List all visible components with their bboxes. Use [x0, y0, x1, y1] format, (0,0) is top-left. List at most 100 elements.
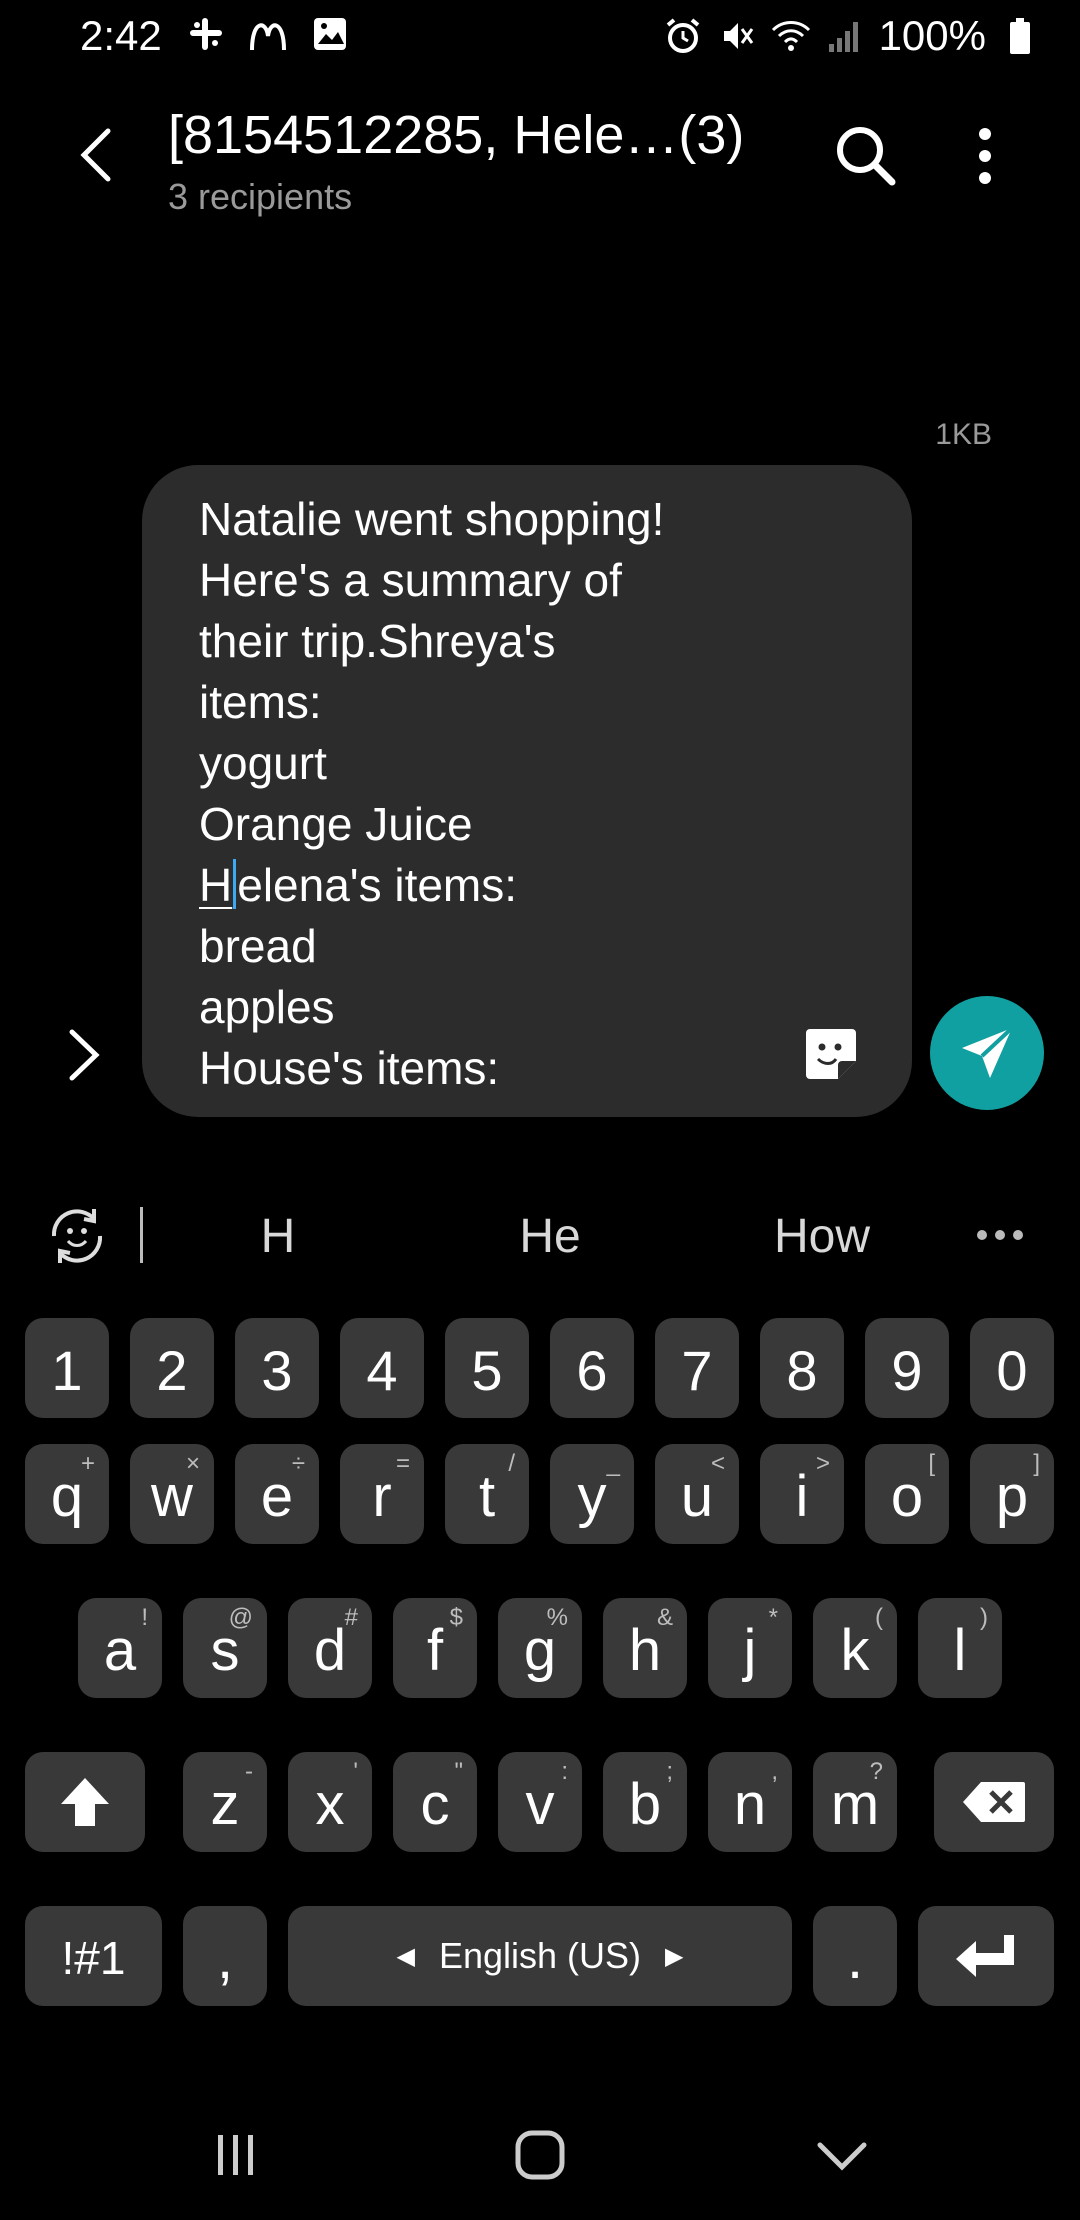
message-line: Orange Juice [199, 798, 473, 850]
expand-attachments-button[interactable] [56, 1020, 116, 1090]
key-s[interactable]: s @ [183, 1598, 267, 1698]
signal-icon [825, 16, 865, 56]
conversation-title[interactable]: [8154512285, Hele…(3) [168, 104, 744, 166]
key-c[interactable]: c " [393, 1752, 477, 1852]
mcdonalds-icon [248, 14, 288, 54]
key-label: k [840, 1617, 870, 1683]
suggestion-3[interactable]: How [722, 1209, 922, 1264]
key-label: u [680, 1463, 714, 1529]
navigation-bar [0, 2090, 1080, 2200]
search-button[interactable] [830, 120, 902, 192]
key-b[interactable]: b; [603, 1752, 687, 1852]
key-w[interactable]: w × [130, 1444, 214, 1544]
key-hint: [ [928, 1450, 935, 1477]
key-label: o [890, 1463, 924, 1529]
key-3[interactable]: 3 [235, 1318, 319, 1418]
key-t[interactable]: t / [445, 1444, 529, 1544]
message-line: apples [199, 981, 335, 1033]
key-1[interactable]: 1 [25, 1318, 109, 1418]
key-7[interactable]: 7 [655, 1318, 739, 1418]
key-l[interactable]: l) [918, 1598, 1002, 1698]
message-line: House's items: [199, 1042, 500, 1094]
suggestion-bar: H He How [0, 1185, 1080, 1285]
key-label: f [426, 1617, 444, 1683]
more-vertical-icon [979, 128, 991, 184]
back-arrow-icon [80, 128, 111, 182]
hide-keyboard-button[interactable] [802, 2120, 882, 2190]
key-9[interactable]: 9 [865, 1318, 949, 1418]
period-key[interactable]: . [813, 1906, 897, 2006]
key-label: . [846, 1925, 864, 1991]
message-line-with-cursor: Helena's items: [199, 855, 664, 916]
key-hint: ! [141, 1604, 148, 1631]
sticker-button[interactable] [802, 1025, 860, 1083]
key-a[interactable]: a! [78, 1598, 162, 1698]
more-options-button[interactable] [960, 120, 1010, 192]
key-hint: ÷ [291, 1450, 305, 1477]
message-line: Natalie went shopping! [199, 493, 665, 545]
more-suggestions-button[interactable] [970, 1205, 1030, 1265]
recents-button[interactable] [196, 2120, 276, 2190]
home-button[interactable] [500, 2120, 580, 2190]
message-line: yogurt [199, 737, 327, 789]
key-e[interactable]: e ÷ [235, 1444, 319, 1544]
key-p[interactable]: p] [970, 1444, 1054, 1544]
key-0[interactable]: 0 [970, 1318, 1054, 1418]
enter-key[interactable] [918, 1906, 1054, 2006]
key-j[interactable]: j * [708, 1598, 792, 1698]
shift-icon [61, 1778, 109, 1826]
language-left-arrow-icon: ◀ [396, 1942, 415, 1970]
space-key[interactable]: ◀ English (US) ▶ [288, 1906, 792, 2006]
key-hint: ] [1033, 1450, 1040, 1477]
key-5[interactable]: 5 [445, 1318, 529, 1418]
key-hint: × [185, 1450, 200, 1477]
key-k[interactable]: k( [813, 1598, 897, 1698]
key-r[interactable]: r = [340, 1444, 424, 1544]
key-4[interactable]: 4 [340, 1318, 424, 1418]
key-label: 8 [786, 1338, 818, 1402]
key-8[interactable]: 8 [760, 1318, 844, 1418]
key-f[interactable]: f $ [393, 1598, 477, 1698]
back-button[interactable] [70, 125, 130, 185]
key-hint: - [245, 1758, 253, 1785]
key-h[interactable]: h & [603, 1598, 687, 1698]
emoji-toggle-button[interactable] [44, 1203, 110, 1269]
status-time: 2:42 [80, 12, 162, 59]
key-label: d [313, 1617, 347, 1683]
symbols-key[interactable]: !#1 [25, 1906, 162, 2006]
message-input[interactable]: Natalie went shopping! Here's a summary … [142, 465, 912, 1117]
key-label: l [953, 1617, 967, 1683]
key-n[interactable]: n, [708, 1752, 792, 1852]
key-hint: : [561, 1758, 568, 1785]
send-button[interactable] [930, 996, 1044, 1110]
comma-key[interactable]: , [183, 1906, 267, 2006]
key-g[interactable]: g% [498, 1598, 582, 1698]
key-2[interactable]: 2 [130, 1318, 214, 1418]
suggestion-2[interactable]: He [450, 1209, 650, 1264]
suggestion-1[interactable]: H [178, 1209, 378, 1264]
key-i[interactable]: i > [760, 1444, 844, 1544]
key-v[interactable]: v: [498, 1752, 582, 1852]
key-y[interactable]: y _ [550, 1444, 634, 1544]
chevron-down-icon [817, 2142, 867, 2171]
key-hint: = [395, 1450, 410, 1477]
conversation-header: [8154512285, Hele…(3) 3 recipients [0, 100, 1080, 230]
key-z[interactable]: z- [183, 1752, 267, 1852]
key-q[interactable]: q + [25, 1444, 109, 1544]
key-x[interactable]: x ' [288, 1752, 372, 1852]
key-6[interactable]: 6 [550, 1318, 634, 1418]
search-icon [837, 127, 896, 186]
shift-key[interactable] [25, 1752, 145, 1852]
key-hint: " [454, 1758, 463, 1785]
key-label: q [50, 1463, 84, 1529]
key-hint: * [768, 1604, 778, 1631]
key-u[interactable]: u < [655, 1444, 739, 1544]
more-horizontal-icon [977, 1230, 1023, 1240]
key-m[interactable]: m? [813, 1752, 897, 1852]
key-label: i [795, 1463, 809, 1529]
key-hint: + [80, 1450, 95, 1477]
key-d[interactable]: d # [288, 1598, 372, 1698]
backspace-key[interactable] [934, 1752, 1054, 1852]
home-icon [515, 2130, 565, 2180]
key-o[interactable]: o[ [865, 1444, 949, 1544]
